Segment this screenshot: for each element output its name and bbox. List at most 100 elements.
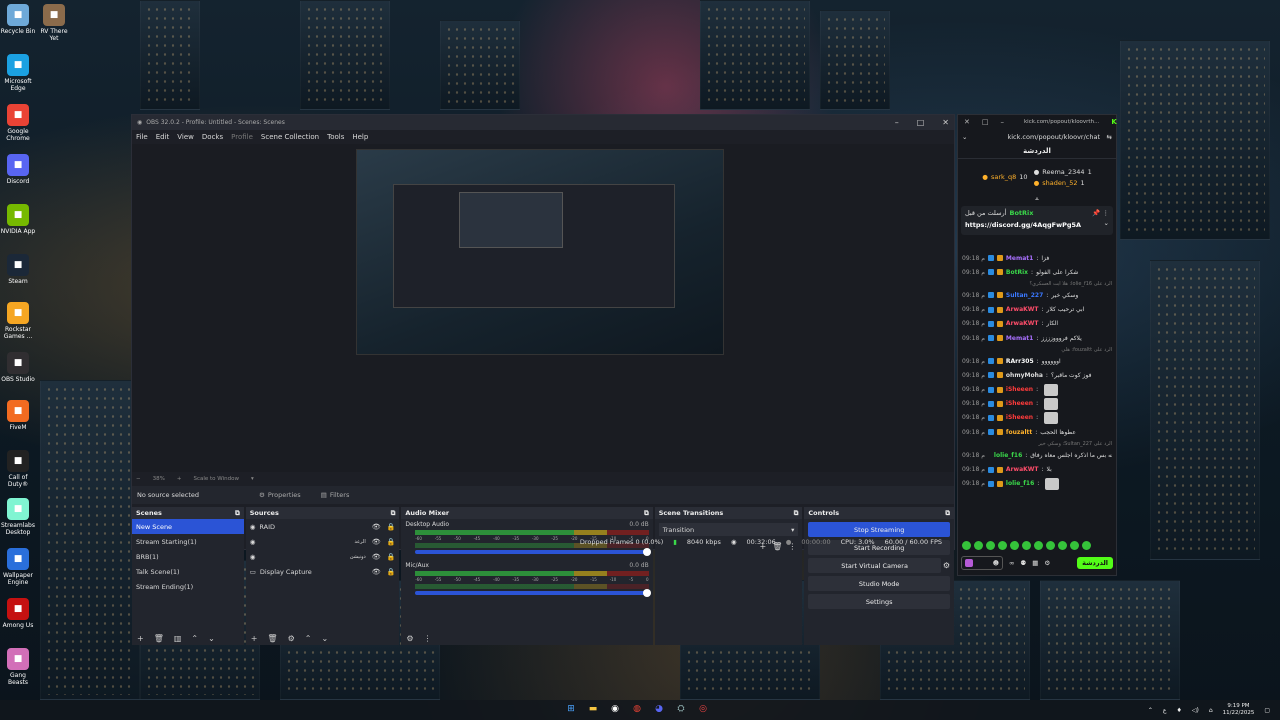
menu-view[interactable]: View: [177, 133, 194, 141]
menu-docks[interactable]: Docks: [202, 133, 223, 141]
message-user[interactable]: Sultan_227: [1006, 292, 1043, 299]
message-user[interactable]: lolie_f16: [1006, 480, 1034, 487]
move-down-icon[interactable]: ⌄: [208, 634, 215, 643]
move-down-icon[interactable]: ⌄: [321, 634, 328, 643]
discord-icon[interactable]: ◕: [653, 702, 665, 716]
desktop-shortcut[interactable]: ■ Among Us: [0, 598, 36, 629]
gear-icon[interactable]: ⚙: [406, 634, 413, 643]
emoji-icon[interactable]: ☻: [993, 560, 999, 567]
source-item[interactable]: ◉ دونيشن 👁 🔒: [246, 549, 400, 564]
gear-icon[interactable]: ⚙: [1044, 559, 1050, 567]
emote-icon[interactable]: [1010, 541, 1019, 550]
filter-icon[interactable]: ▥: [174, 634, 182, 643]
stream-preview[interactable]: [356, 149, 724, 355]
microphone-icon[interactable]: ♦: [1176, 707, 1181, 714]
move-up-icon[interactable]: ⌃: [305, 634, 312, 643]
chat-titlebar[interactable]: ✕ □ – kick.com/popout/kloovrth... K: [958, 115, 1117, 129]
emote-icon[interactable]: [998, 541, 1007, 550]
infinity-icon[interactable]: ∞: [1009, 559, 1014, 567]
message-user[interactable]: iSheeen: [1006, 386, 1033, 393]
start-virtual-camera-button[interactable]: Start Virtual Camera: [808, 558, 941, 573]
desktop-shortcut[interactable]: ■ Discord: [0, 154, 36, 185]
emote-icon[interactable]: [974, 541, 983, 550]
notification-icon[interactable]: ▢: [1264, 707, 1270, 714]
message-user[interactable]: iSheeen: [1006, 400, 1033, 407]
menu-scene-collection[interactable]: Scene Collection: [261, 133, 319, 141]
properties-button[interactable]: ⚙ Properties: [259, 491, 301, 499]
volume-slider[interactable]: [415, 589, 652, 597]
pinned-link[interactable]: https://discord.gg/4AqgFwPg5A: [965, 221, 1081, 229]
scene-item[interactable]: Stream Ending(1): [132, 579, 244, 594]
maximize-icon[interactable]: □: [982, 118, 989, 126]
desktop-shortcut[interactable]: ■ Microsoft Edge: [0, 54, 36, 92]
menu-edit[interactable]: Edit: [156, 133, 170, 141]
network-icon[interactable]: ⌂: [1209, 707, 1213, 714]
volume-slider[interactable]: [415, 548, 652, 556]
menu-tools[interactable]: Tools: [327, 133, 344, 141]
scale-mode[interactable]: Scale to Window: [193, 476, 239, 482]
source-item[interactable]: ▭ Display Capture 👁 🔒: [246, 564, 400, 579]
gear-icon[interactable]: ⚙: [288, 634, 295, 643]
undock-icon[interactable]: ⧉: [794, 509, 799, 518]
desktop-shortcut[interactable]: ■ Streamlabs Desktop: [0, 498, 36, 536]
chevron-up-icon[interactable]: ⌃: [1148, 707, 1153, 714]
close-icon[interactable]: ✕: [964, 118, 970, 126]
scene-item[interactable]: Talk Scene(1): [132, 564, 244, 579]
emote-icon[interactable]: [1070, 541, 1079, 550]
clock[interactable]: 9:19 PM 11/22/2025: [1223, 703, 1255, 717]
settings-button[interactable]: Settings: [808, 594, 950, 609]
message-user[interactable]: ArwaKWT: [1006, 306, 1039, 313]
chevron-down-icon[interactable]: ▾: [251, 476, 254, 482]
volume-icon[interactable]: ◁): [1192, 707, 1199, 714]
undock-icon[interactable]: ⧉: [235, 509, 240, 518]
desktop-shortcut[interactable]: ■ Call of Duty®: [0, 450, 36, 488]
minimize-icon[interactable]: –: [895, 118, 899, 127]
emote-icon[interactable]: [962, 541, 971, 550]
emote-icon[interactable]: [1034, 541, 1043, 550]
message-user[interactable]: ohmyMoha: [1006, 372, 1043, 379]
eye-icon[interactable]: 👁: [372, 523, 381, 531]
windows-start-icon[interactable]: ⊞: [565, 702, 577, 716]
maximize-icon[interactable]: □: [917, 118, 925, 127]
message-user[interactable]: iSheeen: [1006, 414, 1033, 421]
app-icon[interactable]: ◎: [697, 702, 709, 716]
message-user[interactable]: BotRix: [1006, 269, 1028, 276]
trash-icon[interactable]: 🗑: [267, 634, 277, 643]
chat-input[interactable]: ☻: [961, 556, 1003, 570]
desktop-shortcut[interactable]: ■ Recycle Bin: [0, 4, 36, 35]
file-explorer-icon[interactable]: ▬: [587, 702, 599, 716]
undock-icon[interactable]: ⧉: [644, 509, 649, 518]
gear-icon[interactable]: ⚙: [943, 561, 950, 570]
chevron-down-icon[interactable]: ⌄: [962, 133, 967, 141]
close-icon[interactable]: ✕: [942, 118, 949, 127]
message-user[interactable]: ArwaKWT: [1006, 320, 1039, 327]
eye-icon[interactable]: 👁: [372, 568, 381, 576]
scene-item[interactable]: New Scene: [132, 519, 244, 534]
add-icon[interactable]: +: [137, 634, 144, 643]
lock-icon[interactable]: 🔒: [387, 523, 396, 531]
undock-icon[interactable]: ⧉: [391, 509, 396, 518]
menu-profile[interactable]: Profile: [231, 133, 253, 141]
menu-help[interactable]: Help: [352, 133, 368, 141]
move-up-icon[interactable]: ⌃: [191, 634, 198, 643]
add-icon[interactable]: +: [251, 634, 258, 643]
emote-icon[interactable]: [1082, 541, 1091, 550]
calendar-icon[interactable]: ▦: [1032, 559, 1038, 567]
steam-icon[interactable]: ⛭: [675, 702, 687, 716]
message-user[interactable]: Memat1: [1006, 255, 1033, 262]
zoom-in-icon[interactable]: +: [177, 476, 182, 482]
filters-button[interactable]: ▤ Filters: [321, 491, 350, 499]
desktop-shortcut[interactable]: ■ RV There Yet: [36, 4, 72, 42]
eye-icon[interactable]: 👁: [372, 553, 381, 561]
obs-icon[interactable]: ◉: [609, 702, 621, 716]
emote-icon[interactable]: [1058, 541, 1067, 550]
trash-icon[interactable]: 🗑: [154, 634, 164, 643]
message-user[interactable]: fouzaltt: [1006, 429, 1032, 436]
emote-icon[interactable]: [1046, 541, 1055, 550]
undock-icon[interactable]: ⧉: [945, 509, 950, 518]
message-user[interactable]: Memat1: [1006, 335, 1033, 342]
chevron-down-icon[interactable]: ⌄: [1104, 219, 1109, 227]
desktop-shortcut[interactable]: ■ Google Chrome: [0, 104, 36, 142]
language-indicator[interactable]: ع: [1163, 707, 1167, 714]
obs-titlebar[interactable]: ◉ OBS 32.0.2 - Profile: Untitled - Scene…: [132, 115, 954, 130]
